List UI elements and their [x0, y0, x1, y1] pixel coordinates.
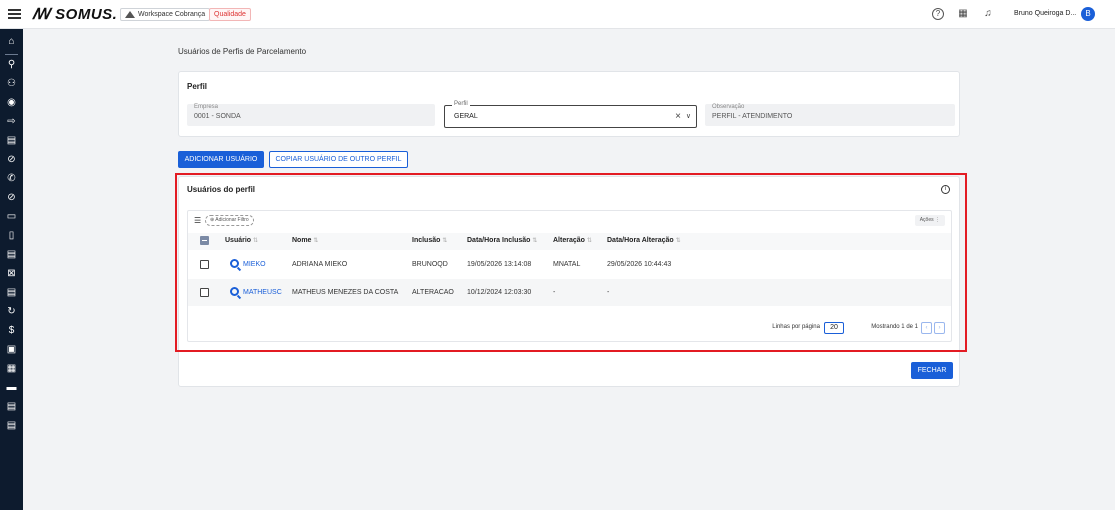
id-card-icon[interactable]: ▣: [0, 341, 23, 359]
workspace-icon: [125, 11, 135, 18]
dollar-icon[interactable]: $: [0, 322, 23, 340]
no-phone-icon[interactable]: ⊘: [0, 151, 23, 169]
form-icon[interactable]: ▤: [0, 398, 23, 416]
empresa-value: 0001 - SONDA: [194, 113, 241, 120]
environment-badge: Qualidade: [209, 8, 251, 21]
home-icon[interactable]: ⌂: [0, 33, 23, 55]
refresh-icon[interactable]: ↻: [0, 303, 23, 321]
top-bar: ꟿ SOMUS. Workspace Cobrança Qualidade ? …: [0, 0, 1115, 29]
bell-icon[interactable]: ♫: [982, 8, 994, 20]
perfil-select[interactable]: Perfil GERAL × ∨: [444, 101, 697, 128]
calendar-icon[interactable]: ▦: [0, 360, 23, 378]
search-icon[interactable]: ⚲: [0, 56, 23, 74]
login-icon[interactable]: ⇨: [0, 113, 23, 131]
copy-user-button[interactable]: COPIAR USUÁRIO DE OUTRO PERFIL: [269, 151, 408, 168]
block-icon[interactable]: ⊘: [0, 189, 23, 207]
target-icon[interactable]: ◉: [0, 94, 23, 112]
logo: ꟿ SOMUS.: [32, 6, 118, 23]
card-icon[interactable]: ▭: [0, 208, 23, 226]
workspace-label: Workspace Cobrança: [138, 11, 206, 18]
document-icon[interactable]: ▤: [0, 246, 23, 264]
user-name[interactable]: Bruno Queiroga D...: [1014, 10, 1076, 17]
page-title: Usuários de Perfis de Parcelamento: [178, 47, 307, 56]
avatar[interactable]: B: [1081, 7, 1095, 21]
close-icon[interactable]: ×: [675, 111, 681, 122]
phone-icon[interactable]: ✆: [0, 170, 23, 188]
cash-icon[interactable]: ▬: [0, 379, 23, 397]
calculator-icon[interactable]: ▤: [0, 132, 23, 150]
close-button[interactable]: FECHAR: [911, 362, 953, 379]
workspace-chip[interactable]: Workspace Cobrança: [120, 8, 211, 21]
help-icon[interactable]: ?: [932, 8, 944, 20]
chevron-down-icon[interactable]: ∨: [686, 112, 691, 120]
perfil-title: Perfil: [187, 82, 208, 91]
empresa-field: Empresa 0001 - SONDA: [187, 104, 435, 126]
users-icon[interactable]: ⚇: [0, 75, 23, 93]
sidebar: ⌂ ⚲ ⚇ ◉ ⇨ ▤ ⊘ ✆ ⊘ ▭ ▯ ▤ ⊠ ▤ ↻ $ ▣ ▦ ▬ ▤ …: [0, 29, 23, 510]
perfil-label: Perfil: [452, 101, 470, 107]
add-user-button[interactable]: ADICIONAR USUÁRIO: [178, 151, 264, 168]
tablet-icon[interactable]: ▯: [0, 227, 23, 245]
highlight-frame: [175, 173, 967, 352]
list-icon[interactable]: ▤: [0, 284, 23, 302]
perfil-value: GERAL: [454, 113, 478, 120]
calculator-icon[interactable]: ▦: [957, 8, 969, 20]
image-off-icon[interactable]: ⊠: [0, 265, 23, 283]
observacao-label: Observação: [712, 104, 745, 110]
perfil-card: Perfil Empresa 0001 - SONDA Perfil GERAL…: [178, 71, 960, 137]
menu-icon[interactable]: [8, 9, 21, 19]
observacao-value: PERFIL - ATENDIMENTO: [712, 113, 793, 120]
empresa-label: Empresa: [194, 104, 219, 110]
observacao-field: Observação PERFIL - ATENDIMENTO: [705, 104, 955, 126]
report-icon[interactable]: ▤: [0, 417, 23, 435]
